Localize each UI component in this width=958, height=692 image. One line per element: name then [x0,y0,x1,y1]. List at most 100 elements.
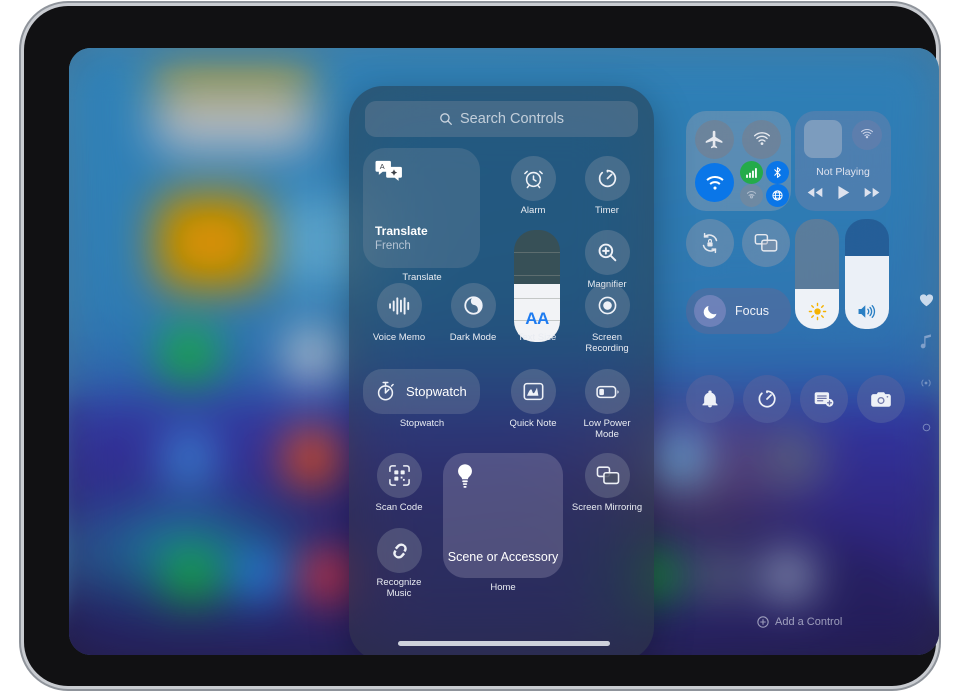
focus-module[interactable]: Focus [686,288,791,334]
translate-icon: A [375,159,403,183]
brightness-slider[interactable] [795,219,839,329]
cellular-data-button[interactable] [740,161,763,184]
heart-icon[interactable] [919,293,934,307]
focus-label: Focus [735,304,770,318]
music-note-icon[interactable] [919,333,933,349]
brightness-icon-wrap [795,302,839,321]
rewind-icon[interactable] [807,186,823,199]
bell-icon [702,390,718,408]
edge-icons-column [918,293,934,432]
airplane-mode-button[interactable] [695,120,734,159]
wifi-icon [705,175,724,190]
sliders-module [795,219,891,343]
dark-mode-circle-icon [464,296,483,315]
silent-mode-button[interactable] [686,375,734,423]
timer-icon [598,169,617,188]
add-a-control-label: Add a Control [775,616,843,628]
control-label-alarm: Alarm [520,205,546,216]
control-screen-recording-button[interactable] [585,283,630,328]
magnifier-icon [598,243,617,262]
control-timer-button[interactable] [585,156,630,201]
control-quick-note-button[interactable] [511,369,556,414]
timer-icon [758,390,776,408]
broadcast-icon[interactable] [918,375,934,391]
search-controls-field[interactable]: Search Controls [365,101,638,137]
search-controls-placeholder: Search Controls [460,111,564,127]
sun-icon [808,302,826,321]
timer-button[interactable] [743,375,791,423]
bluetooth-button[interactable] [766,161,789,184]
quick-note-icon [814,392,834,407]
translate-tile-sublabel: French [375,240,411,252]
airplay-button[interactable] [852,120,882,150]
control-label-translate: Translate [402,272,442,283]
cellular-bars-icon [746,168,757,178]
airdrop-waves-icon [753,131,770,145]
shazam-icon [392,543,407,558]
control-low-power-mode-button[interactable] [585,369,630,414]
connectivity-module [686,111,791,211]
control-label-scan-code: Scan Code [375,502,423,513]
rotation-lock-button[interactable] [686,219,734,267]
control-alarm-button[interactable] [511,156,556,201]
controls-row-1: A Translate French Translate Alarm Timer… [363,148,640,342]
control-stopwatch-tile[interactable]: Stopwatch [363,369,480,414]
airdrop-top-button[interactable] [742,120,781,159]
control-label-stopwatch: Stopwatch [399,418,445,429]
airplay-audio-icon [861,128,873,139]
control-recognize-music-button[interactable] [377,528,422,573]
fast-forward-icon[interactable] [864,186,880,199]
play-icon[interactable] [837,185,850,200]
control-translate-tile[interactable]: A Translate French [363,148,480,268]
battery-low-icon [595,385,619,398]
control-label-timer: Timer [595,205,619,216]
wifi-button[interactable] [695,163,734,202]
volume-slider[interactable] [845,219,889,329]
controls-row-2: Voice Memo Dark Mode Text Size Screen Re… [363,283,640,361]
focus-icon-wrap [694,295,726,327]
scene-tile-title: Scene or Accessory [447,550,559,564]
control-scene-or-accessory-tile[interactable]: Scene or Accessory [443,453,563,578]
add-a-control-button[interactable]: Add a Control [757,616,842,628]
qr-scan-icon [389,465,410,486]
airdrop-icon [746,191,757,199]
control-label-screen-mirroring: Screen Mirroring [571,502,643,513]
moon-icon [703,305,717,319]
control-label-recognize-music: Recognize Music [376,577,422,599]
svg-text:A: A [380,162,385,171]
control-scan-code-button[interactable] [377,453,422,498]
controls-row-4: Scan Code Scene or Accessory Home Screen… [363,453,643,599]
control-label-quick-note: Quick Note [509,418,557,429]
control-magnifier-button[interactable] [585,230,630,275]
controls-row-3: Stopwatch Stopwatch Quick Note Low Power… [363,369,640,447]
control-center-bottom-row [686,375,905,423]
control-dark-mode-button[interactable] [451,283,496,328]
control-screen-mirroring-button[interactable] [585,453,630,498]
ipad-device-frame: Not Playing Focus Add a Control Search C… [24,6,939,686]
translate-tile-title: Translate [375,224,428,238]
bluetooth-icon [774,167,781,178]
ipad-screen: Not Playing Focus Add a Control Search C… [69,48,939,655]
camera-button[interactable] [857,375,905,423]
alarm-clock-icon [524,170,543,189]
waveform-icon [388,296,409,315]
quick-note-icon [523,382,544,401]
control-center: Not Playing Focus [686,111,891,411]
rotation-lock-icon [702,232,718,254]
circle-dot-icon [922,423,930,432]
control-label-home: Home [490,582,516,593]
controls-gallery-panel: Search Controls A Translate French Trans… [349,86,654,655]
hotspot-globe-icon [772,190,783,201]
personal-hotspot-button[interactable] [766,184,789,207]
home-indicator[interactable] [398,641,610,646]
quick-note-button[interactable] [800,375,848,423]
stopwatch-icon [377,381,394,401]
media-controls [795,185,891,200]
control-label-text-size: Text Size [517,332,557,343]
screen-mirroring-button[interactable] [742,219,790,267]
controls-grid: A Translate French Translate Alarm Timer… [363,148,643,599]
control-voice-memo-button[interactable] [377,283,422,328]
airdrop-button[interactable] [740,184,763,207]
control-label-voice-memo: Voice Memo [372,332,426,343]
stopwatch-tile-label: Stopwatch [406,384,467,399]
